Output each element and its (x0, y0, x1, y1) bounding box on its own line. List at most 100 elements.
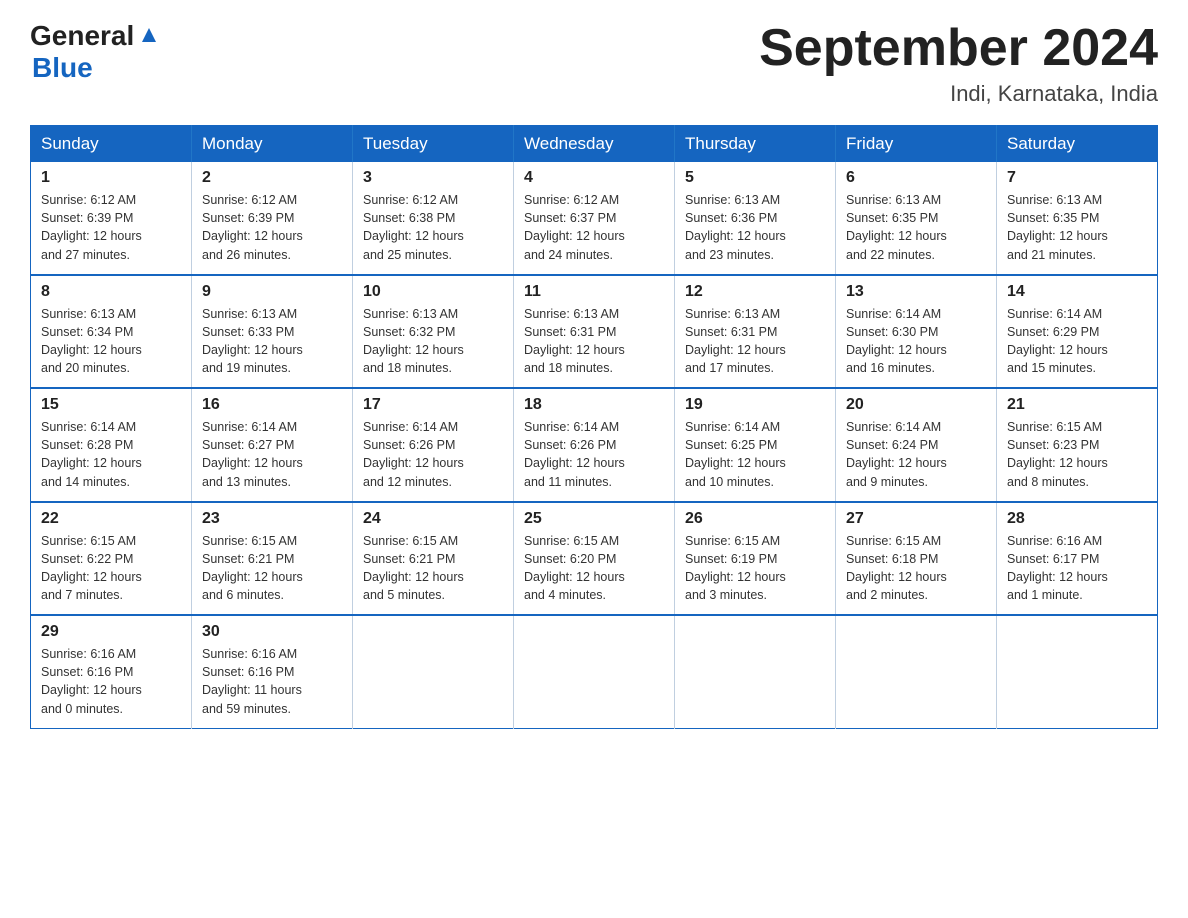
day-number: 2 (202, 169, 342, 187)
calendar-week-1: 1 Sunrise: 6:12 AM Sunset: 6:39 PM Daylig… (31, 162, 1158, 275)
day-number: 14 (1007, 283, 1147, 301)
day-number: 25 (524, 510, 664, 528)
logo-blue-text: Blue (32, 52, 93, 83)
day-info: Sunrise: 6:15 AM Sunset: 6:22 PM Dayligh… (41, 532, 181, 605)
calendar-day-21: 21 Sunrise: 6:15 AM Sunset: 6:23 PM Dayli… (997, 388, 1158, 502)
calendar-day-26: 26 Sunrise: 6:15 AM Sunset: 6:19 PM Dayli… (675, 502, 836, 616)
title-area: September 2024 Indi, Karnataka, India (759, 20, 1158, 107)
calendar-week-2: 8 Sunrise: 6:13 AM Sunset: 6:34 PM Daylig… (31, 275, 1158, 389)
page-title: September 2024 (759, 20, 1158, 77)
calendar-day-20: 20Sunrise: 6:14 AM Sunset: 6:24 PM Dayli… (836, 388, 997, 502)
weekday-header-saturday: Saturday (997, 126, 1158, 163)
day-number: 19 (685, 396, 825, 414)
calendar-day-10: 10 Sunrise: 6:13 AM Sunset: 6:32 PM Dayli… (353, 275, 514, 389)
day-info: Sunrise: 6:13 AM Sunset: 6:35 PM Dayligh… (846, 191, 986, 264)
day-number: 13 (846, 283, 986, 301)
weekday-header-row: SundayMondayTuesdayWednesdayThursdayFrid… (31, 126, 1158, 163)
day-number: 5 (685, 169, 825, 187)
calendar-day-2: 2 Sunrise: 6:12 AM Sunset: 6:39 PM Daylig… (192, 162, 353, 275)
logo: General Blue (30, 20, 160, 84)
logo-general-text: General (30, 20, 134, 52)
calendar-day-9: 9Sunrise: 6:13 AM Sunset: 6:33 PM Daylig… (192, 275, 353, 389)
calendar-week-3: 15 Sunrise: 6:14 AM Sunset: 6:28 PM Dayli… (31, 388, 1158, 502)
day-info: Sunrise: 6:14 AM Sunset: 6:25 PM Dayligh… (685, 418, 825, 491)
day-number: 12 (685, 283, 825, 301)
calendar-day-4: 4Sunrise: 6:12 AM Sunset: 6:37 PM Daylig… (514, 162, 675, 275)
day-info: Sunrise: 6:14 AM Sunset: 6:28 PM Dayligh… (41, 418, 181, 491)
day-number: 8 (41, 283, 181, 301)
calendar-day-3: 3 Sunrise: 6:12 AM Sunset: 6:38 PM Daylig… (353, 162, 514, 275)
calendar-day-11: 11Sunrise: 6:13 AM Sunset: 6:31 PM Dayli… (514, 275, 675, 389)
page-header: General Blue September 2024 Indi, Karnat… (30, 20, 1158, 107)
day-info: Sunrise: 6:13 AM Sunset: 6:31 PM Dayligh… (524, 305, 664, 378)
calendar-day-28: 28 Sunrise: 6:16 AM Sunset: 6:17 PM Dayli… (997, 502, 1158, 616)
day-info: Sunrise: 6:14 AM Sunset: 6:26 PM Dayligh… (524, 418, 664, 491)
day-info: Sunrise: 6:15 AM Sunset: 6:18 PM Dayligh… (846, 532, 986, 605)
weekday-header-monday: Monday (192, 126, 353, 163)
day-number: 15 (41, 396, 181, 414)
calendar-empty-cell (353, 615, 514, 728)
day-number: 3 (363, 169, 503, 187)
weekday-header-sunday: Sunday (31, 126, 192, 163)
calendar-day-17: 17Sunrise: 6:14 AM Sunset: 6:26 PM Dayli… (353, 388, 514, 502)
day-info: Sunrise: 6:12 AM Sunset: 6:37 PM Dayligh… (524, 191, 664, 264)
calendar-day-5: 5Sunrise: 6:13 AM Sunset: 6:36 PM Daylig… (675, 162, 836, 275)
day-info: Sunrise: 6:12 AM Sunset: 6:39 PM Dayligh… (41, 191, 181, 264)
calendar-day-7: 7 Sunrise: 6:13 AM Sunset: 6:35 PM Daylig… (997, 162, 1158, 275)
day-info: Sunrise: 6:14 AM Sunset: 6:29 PM Dayligh… (1007, 305, 1147, 378)
day-number: 20 (846, 396, 986, 414)
day-info: Sunrise: 6:13 AM Sunset: 6:35 PM Dayligh… (1007, 191, 1147, 264)
calendar-day-15: 15 Sunrise: 6:14 AM Sunset: 6:28 PM Dayli… (31, 388, 192, 502)
calendar-day-22: 22 Sunrise: 6:15 AM Sunset: 6:22 PM Dayli… (31, 502, 192, 616)
calendar-empty-cell (997, 615, 1158, 728)
calendar-day-19: 19 Sunrise: 6:14 AM Sunset: 6:25 PM Dayli… (675, 388, 836, 502)
page-subtitle: Indi, Karnataka, India (759, 81, 1158, 107)
day-info: Sunrise: 6:12 AM Sunset: 6:39 PM Dayligh… (202, 191, 342, 264)
calendar-day-23: 23 Sunrise: 6:15 AM Sunset: 6:21 PM Dayli… (192, 502, 353, 616)
day-number: 7 (1007, 169, 1147, 187)
calendar-day-8: 8 Sunrise: 6:13 AM Sunset: 6:34 PM Daylig… (31, 275, 192, 389)
calendar-day-1: 1 Sunrise: 6:12 AM Sunset: 6:39 PM Daylig… (31, 162, 192, 275)
day-number: 9 (202, 283, 342, 301)
day-info: Sunrise: 6:15 AM Sunset: 6:20 PM Dayligh… (524, 532, 664, 605)
calendar-day-25: 25 Sunrise: 6:15 AM Sunset: 6:20 PM Dayli… (514, 502, 675, 616)
day-info: Sunrise: 6:16 AM Sunset: 6:16 PM Dayligh… (202, 645, 342, 718)
weekday-header-friday: Friday (836, 126, 997, 163)
calendar-day-6: 6Sunrise: 6:13 AM Sunset: 6:35 PM Daylig… (836, 162, 997, 275)
day-info: Sunrise: 6:15 AM Sunset: 6:23 PM Dayligh… (1007, 418, 1147, 491)
day-info: Sunrise: 6:16 AM Sunset: 6:17 PM Dayligh… (1007, 532, 1147, 605)
day-number: 28 (1007, 510, 1147, 528)
day-number: 17 (363, 396, 503, 414)
calendar-day-29: 29 Sunrise: 6:16 AM Sunset: 6:16 PM Dayli… (31, 615, 192, 728)
calendar-day-27: 27Sunrise: 6:15 AM Sunset: 6:18 PM Dayli… (836, 502, 997, 616)
calendar-empty-cell (514, 615, 675, 728)
day-info: Sunrise: 6:14 AM Sunset: 6:30 PM Dayligh… (846, 305, 986, 378)
day-number: 24 (363, 510, 503, 528)
calendar-empty-cell (836, 615, 997, 728)
weekday-header-wednesday: Wednesday (514, 126, 675, 163)
calendar-day-30: 30Sunrise: 6:16 AM Sunset: 6:16 PM Dayli… (192, 615, 353, 728)
day-number: 21 (1007, 396, 1147, 414)
day-number: 10 (363, 283, 503, 301)
day-info: Sunrise: 6:15 AM Sunset: 6:19 PM Dayligh… (685, 532, 825, 605)
day-number: 26 (685, 510, 825, 528)
calendar-day-16: 16Sunrise: 6:14 AM Sunset: 6:27 PM Dayli… (192, 388, 353, 502)
calendar-day-12: 12 Sunrise: 6:13 AM Sunset: 6:31 PM Dayli… (675, 275, 836, 389)
day-number: 1 (41, 169, 181, 187)
weekday-header-tuesday: Tuesday (353, 126, 514, 163)
calendar-day-24: 24Sunrise: 6:15 AM Sunset: 6:21 PM Dayli… (353, 502, 514, 616)
weekday-header-thursday: Thursday (675, 126, 836, 163)
day-info: Sunrise: 6:13 AM Sunset: 6:31 PM Dayligh… (685, 305, 825, 378)
day-info: Sunrise: 6:13 AM Sunset: 6:34 PM Dayligh… (41, 305, 181, 378)
logo-triangle-icon (138, 24, 160, 51)
day-number: 22 (41, 510, 181, 528)
calendar-day-13: 13 Sunrise: 6:14 AM Sunset: 6:30 PM Dayli… (836, 275, 997, 389)
day-number: 29 (41, 623, 181, 641)
day-number: 23 (202, 510, 342, 528)
calendar-table: SundayMondayTuesdayWednesdayThursdayFrid… (30, 125, 1158, 729)
day-info: Sunrise: 6:12 AM Sunset: 6:38 PM Dayligh… (363, 191, 503, 264)
day-number: 18 (524, 396, 664, 414)
day-info: Sunrise: 6:13 AM Sunset: 6:32 PM Dayligh… (363, 305, 503, 378)
day-info: Sunrise: 6:15 AM Sunset: 6:21 PM Dayligh… (202, 532, 342, 605)
day-info: Sunrise: 6:16 AM Sunset: 6:16 PM Dayligh… (41, 645, 181, 718)
